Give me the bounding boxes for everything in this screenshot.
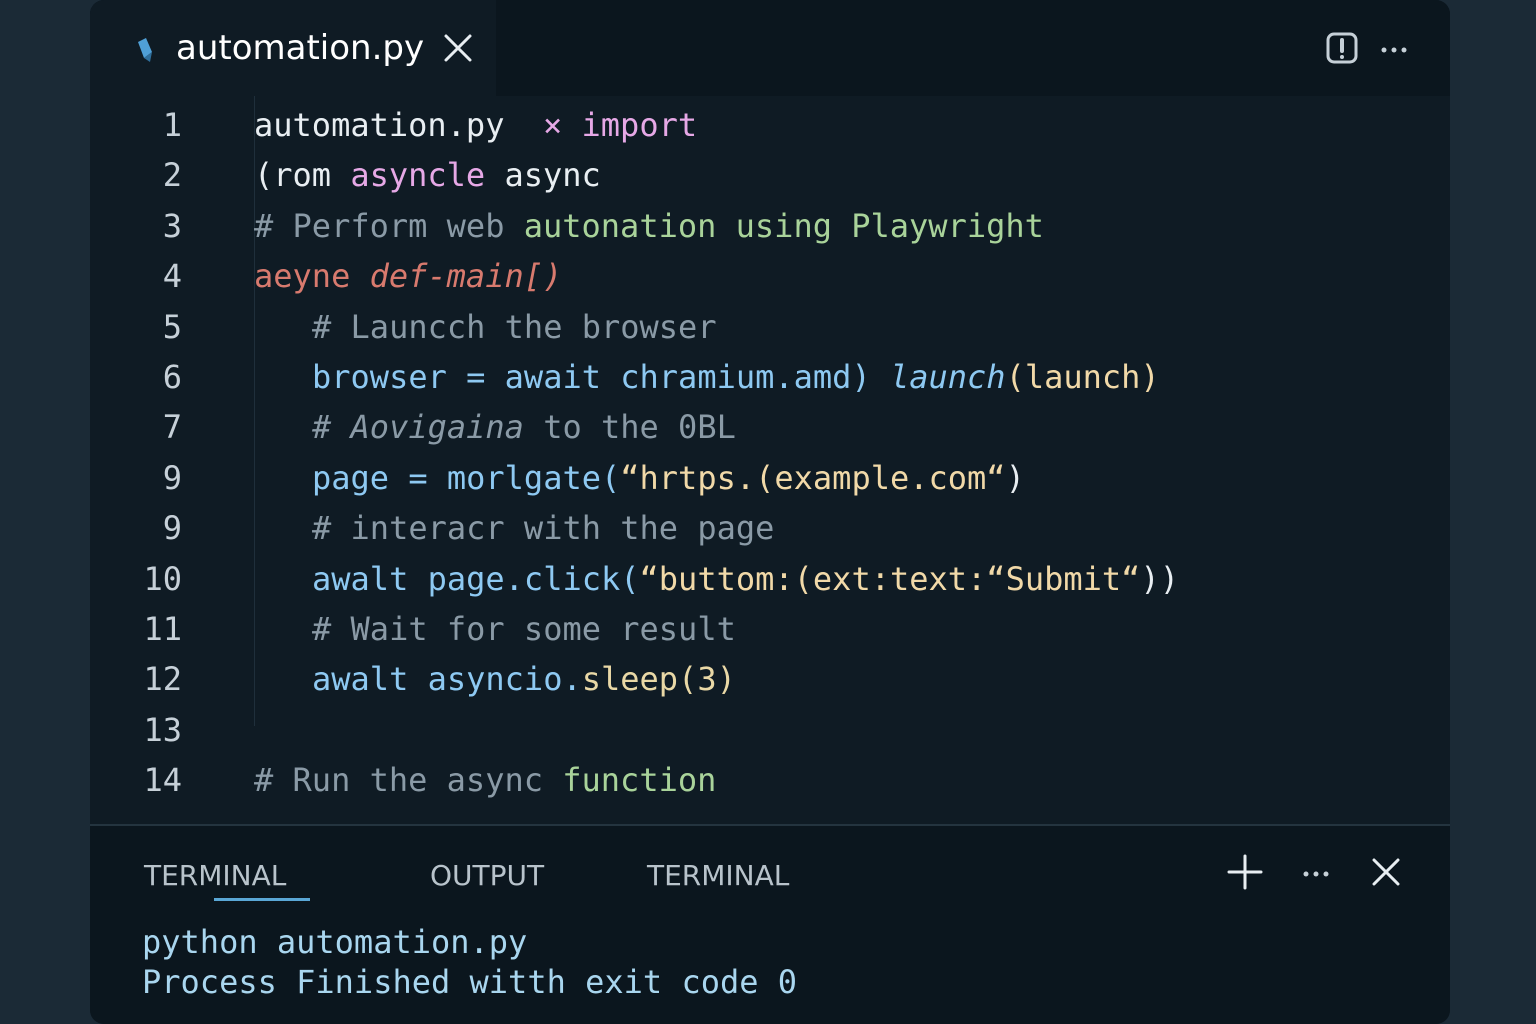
code-line: 13	[90, 705, 1450, 755]
code-text: browser = await chramium.amd) launch(lau…	[254, 352, 1160, 402]
code-text: # Run the async function	[254, 755, 716, 805]
code-token: import	[581, 106, 698, 144]
code-editor[interactable]: 1 automation.py × import 2 (rom asyncle asy…	[90, 96, 1450, 824]
terminal-output: Process Finished witth exit code 0	[142, 963, 798, 1001]
code-token: function	[562, 761, 717, 800]
code-token: “hrtps.(example.com“	[620, 458, 1006, 497]
code-token: async	[485, 156, 601, 195]
active-tab-indicator	[214, 898, 310, 901]
code-token: browser = await	[312, 358, 621, 396]
code-line: 14 # Run the async function	[90, 755, 1450, 805]
code-text: # interacr with the page	[254, 503, 774, 553]
code-token: automation.py	[254, 106, 543, 144]
code-text: awalt asyncio.sleep(3)	[254, 654, 736, 704]
line-number: 9	[162, 509, 182, 548]
line-number: 13	[143, 710, 182, 749]
line-number: 11	[143, 610, 182, 648]
code-line: 9 page = morlgate(“hrtps.(example.com“)	[90, 453, 1450, 503]
line-number: 4	[162, 257, 182, 296]
code-text: # Aovigaina to the 0BL	[254, 402, 736, 452]
code-token: chramium.amd)	[620, 358, 890, 396]
code-text: automation.py × import	[254, 100, 697, 150]
code-line: 12 awalt asyncio.sleep(3)	[90, 654, 1450, 704]
code-token: (launch)	[1005, 358, 1160, 396]
line-number: 1	[162, 106, 182, 144]
code-text: # Perform web autonation using Playwrigh…	[254, 201, 1044, 251]
close-icon[interactable]	[1368, 854, 1404, 890]
code-text: awalt page.click(“buttom:(ext:text:“Subm…	[254, 554, 1179, 604]
line-number: 6	[162, 358, 182, 396]
code-token: (rom	[254, 156, 351, 195]
editor-window: automation.py 1 automation.py × import 2 (r…	[90, 0, 1450, 1024]
tab-terminal[interactable]: TERMINAL	[144, 856, 286, 896]
code-line: 3 # Perform web autonation using Playwrig…	[90, 201, 1450, 251]
code-token: # Aovigaina	[312, 408, 544, 447]
code-token: # Launcch the browser	[312, 307, 717, 346]
code-line: 1 automation.py × import	[90, 100, 1450, 150]
code-line: 6 browser = await chramium.amd) launch(la…	[90, 352, 1450, 402]
line-number: 10	[143, 559, 182, 598]
code-token: awalt asyncio.	[312, 660, 582, 699]
code-token: aeyne	[254, 257, 370, 296]
line-number: 12	[143, 660, 182, 699]
code-token: # interacr with the page	[312, 509, 775, 548]
close-icon[interactable]	[440, 30, 476, 66]
tab-automation-py[interactable]: automation.py	[90, 0, 496, 96]
line-number: 9	[162, 458, 182, 497]
code-text: aeyne def-main[)	[254, 251, 562, 301]
tab-title: automation.py	[176, 28, 425, 68]
tab-bar: automation.py	[90, 0, 1450, 96]
code-token: autonation using Playwright	[523, 206, 1044, 245]
code-token: to the 0BL	[543, 408, 736, 447]
code-token: asyncle	[350, 156, 486, 195]
code-text: # Launcch the browser	[254, 302, 717, 352]
code-line: 4 aeyne def-main[)	[90, 251, 1450, 301]
split-editor-icon[interactable]	[1324, 30, 1360, 66]
code-token: # Run the async	[254, 761, 563, 800]
bottom-panel: TERMINAL OUTPUT TERMINAL python automati…	[90, 824, 1450, 1024]
code-text: (rom asyncle async	[254, 150, 601, 200]
line-number: 2	[162, 156, 182, 195]
line-number: 3	[162, 206, 182, 245]
pencil-icon	[138, 38, 152, 62]
code-token: # Wait for some result	[312, 610, 736, 648]
plus-icon[interactable]	[1227, 854, 1263, 890]
code-token: page = morlgate(	[312, 458, 621, 497]
code-token: def-main[)	[369, 257, 563, 296]
code-line: 9 # interacr with the page	[90, 503, 1450, 553]
terminal-command: python automation.py	[142, 923, 528, 961]
code-token: # Perform web	[254, 206, 524, 245]
code-line: 5 # Launcch the browser	[90, 302, 1450, 352]
code-token: sleep(3)	[581, 660, 736, 699]
code-token: )	[1005, 458, 1025, 497]
code-text: # Wait for some result	[254, 604, 736, 654]
line-number: 7	[162, 408, 182, 447]
line-number: 5	[162, 307, 182, 346]
code-line: 7 # Aovigaina to the 0BL	[90, 402, 1450, 452]
tab-terminal-2[interactable]: TERMINAL	[647, 856, 789, 896]
code-line: 10 awalt page.click(“buttom:(ext:text:“Su…	[90, 554, 1450, 604]
code-token: launch	[889, 358, 1006, 396]
code-text: page = morlgate(“hrtps.(example.com“)	[254, 453, 1025, 503]
line-number: 14	[143, 761, 182, 800]
code-token: ))	[1140, 559, 1179, 598]
code-line: 2 (rom asyncle async	[90, 150, 1450, 200]
code-token: awalt page.click(	[312, 559, 640, 598]
code-token: ×	[542, 106, 582, 144]
more-icon[interactable]	[1298, 854, 1334, 890]
tab-output[interactable]: OUTPUT	[430, 856, 544, 896]
code-line: 11 # Wait for some result	[90, 604, 1450, 654]
more-icon[interactable]	[1376, 30, 1412, 66]
code-token: “buttom:(ext:text:“Submit“	[639, 559, 1141, 598]
